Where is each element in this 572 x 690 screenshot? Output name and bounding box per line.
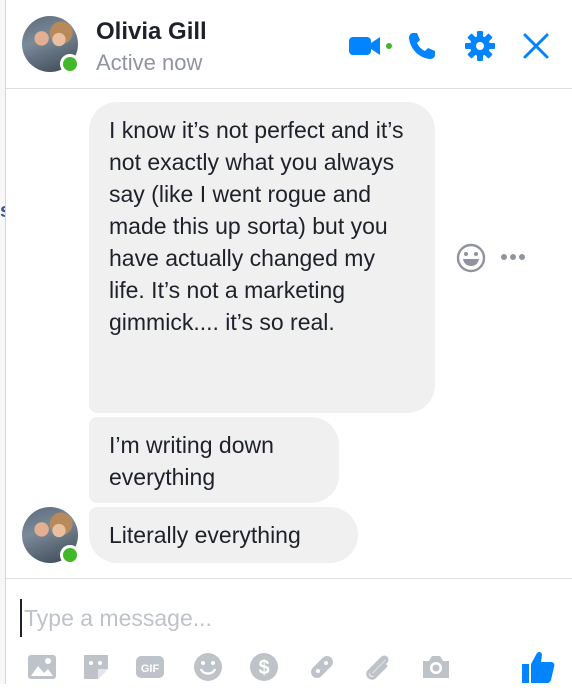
message-bubble[interactable]: I’m writing down everything — [89, 417, 339, 503]
like-icon[interactable] — [520, 649, 556, 685]
chat-header: Olivia Gill Active now — [6, 0, 572, 89]
close-icon[interactable] — [522, 32, 550, 60]
message-bubble[interactable]: Literally everything — [89, 507, 358, 563]
presence-indicator — [60, 54, 80, 74]
video-camera-icon[interactable] — [348, 32, 392, 60]
message-bubble[interactable]: I know it’s not perfect and it’s not exa… — [89, 102, 435, 413]
contact-name[interactable]: Olivia Gill — [96, 18, 207, 46]
sender-avatar[interactable] — [22, 507, 80, 565]
message-input[interactable] — [20, 599, 546, 637]
payment-icon[interactable]: $ — [248, 651, 280, 683]
gif-icon[interactable]: GIF — [134, 651, 166, 683]
svg-text:$: $ — [258, 657, 269, 679]
emoji-reaction-icon[interactable] — [455, 242, 487, 274]
photo-icon[interactable] — [26, 651, 58, 683]
emoji-icon[interactable] — [192, 651, 224, 683]
active-status: Active now — [96, 50, 203, 75]
phone-icon[interactable] — [406, 30, 438, 62]
messenger-chat-window: Olivia Gill Active now I know it’s not p… — [5, 0, 572, 685]
sticker-icon[interactable] — [80, 651, 112, 683]
more-options-icon[interactable] — [499, 249, 529, 265]
game-icon[interactable] — [306, 651, 338, 683]
attachment-icon[interactable] — [362, 651, 394, 683]
presence-indicator — [60, 545, 80, 565]
camera-icon[interactable] — [420, 651, 452, 683]
svg-text:GIF: GIF — [141, 663, 160, 675]
message-list: I know it’s not perfect and it’s not exa… — [6, 89, 572, 577]
gear-icon[interactable] — [464, 30, 496, 62]
message-composer: GIF $ — [6, 578, 572, 685]
avatar[interactable] — [22, 16, 80, 74]
